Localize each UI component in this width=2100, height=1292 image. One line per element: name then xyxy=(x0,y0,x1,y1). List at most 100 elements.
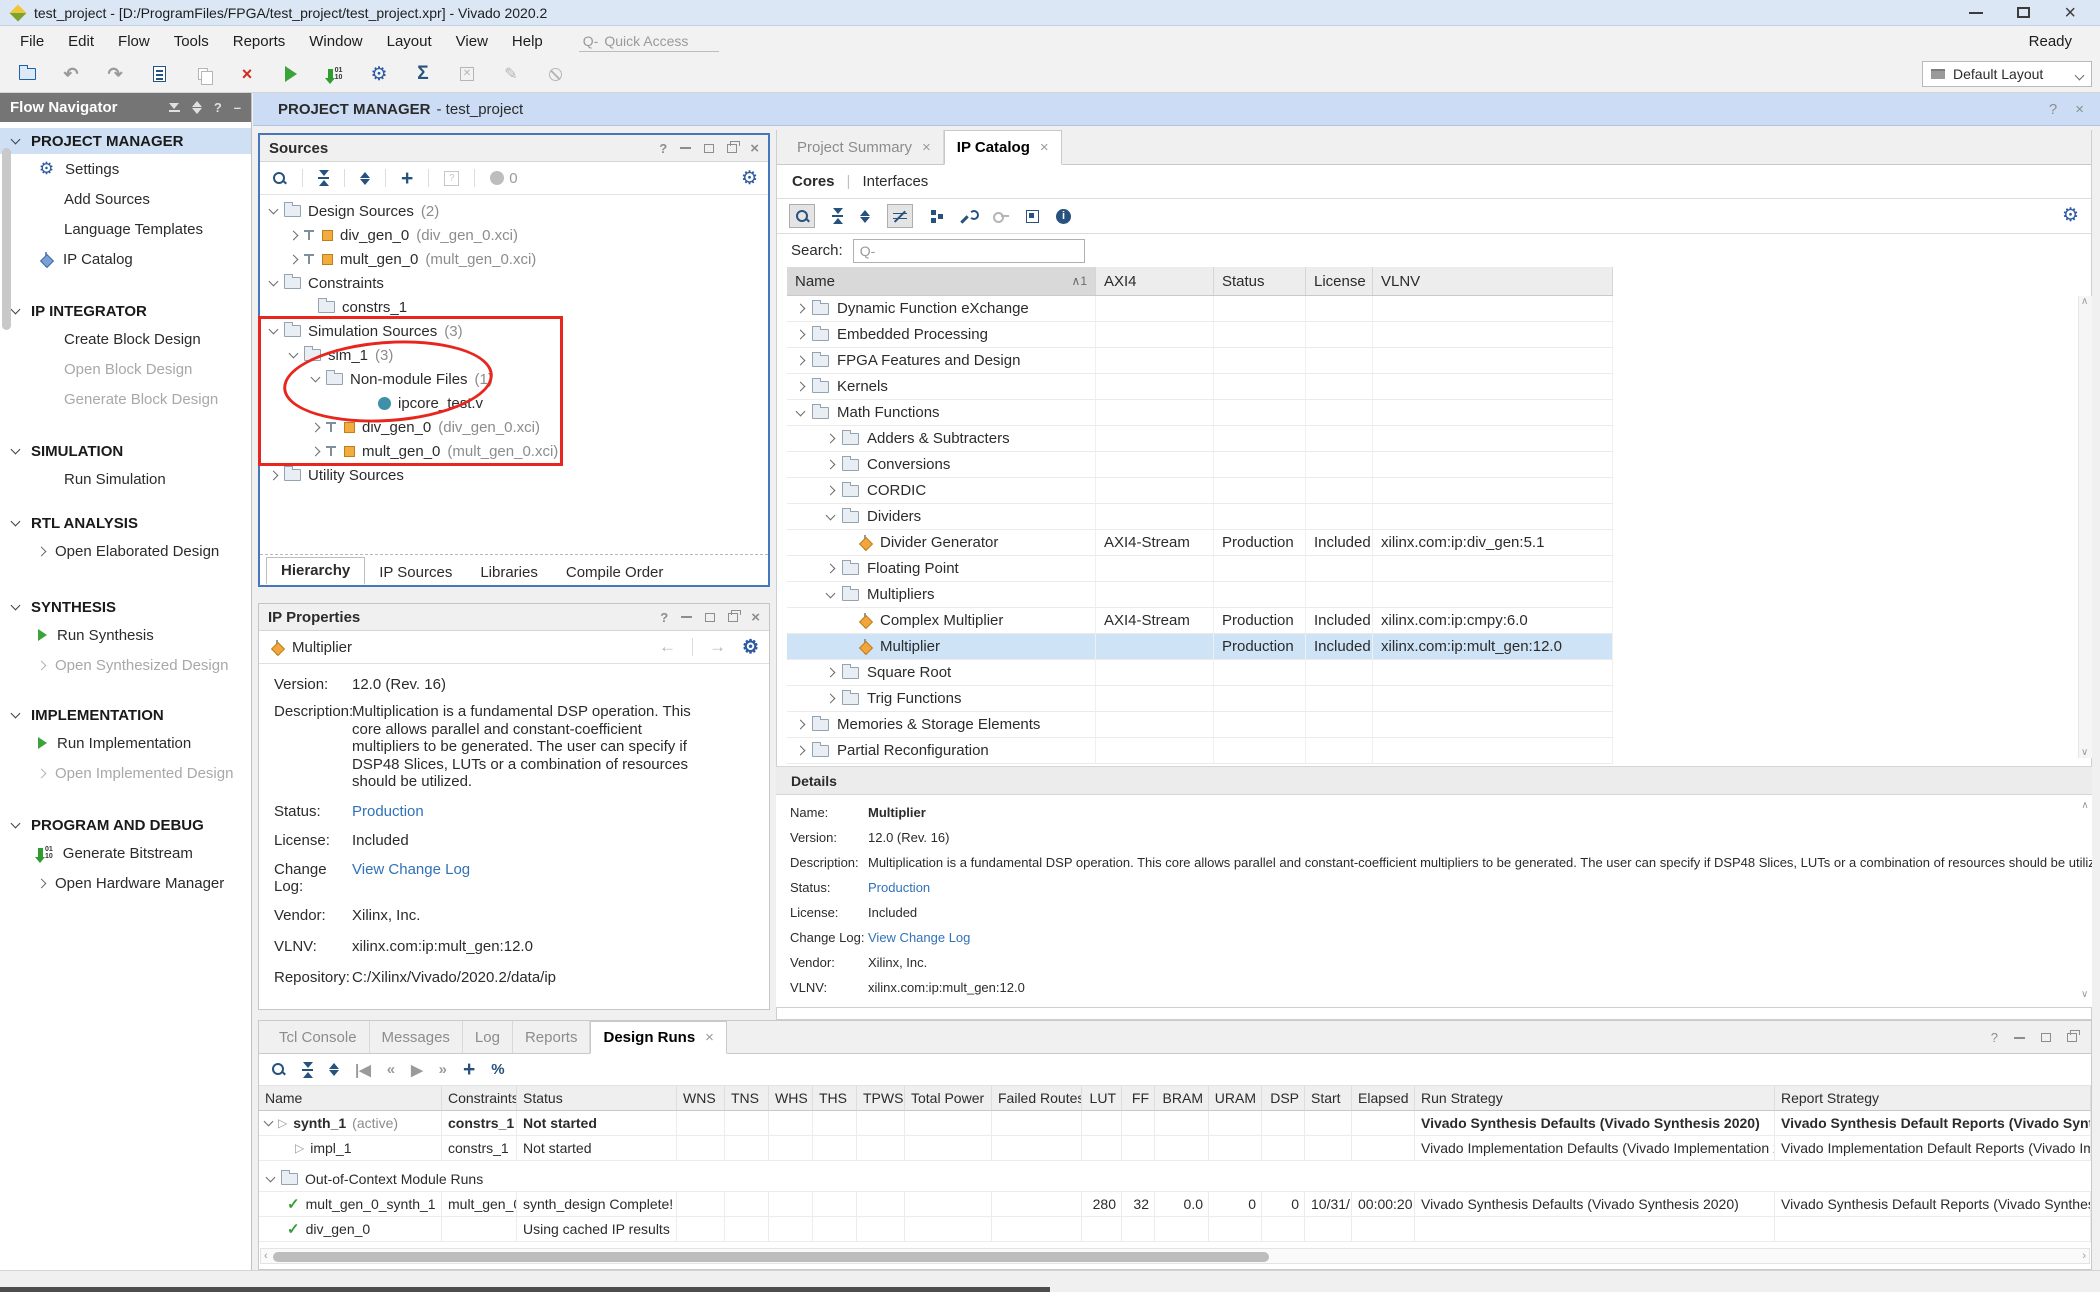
close-icon[interactable]: × xyxy=(922,139,931,156)
expand-all-icon[interactable] xyxy=(360,172,370,185)
collapse-all-icon[interactable] xyxy=(169,103,180,112)
details-status-link[interactable]: Production xyxy=(868,880,2092,895)
scrollbar-thumb[interactable] xyxy=(273,1252,1269,1262)
copy-icon[interactable] xyxy=(192,63,214,85)
sum-report-icon[interactable]: Σ xyxy=(412,63,434,85)
open-project-icon[interactable] xyxy=(16,63,38,85)
reset-runs-icon[interactable]: × xyxy=(236,63,258,85)
menu-help[interactable]: Help xyxy=(500,33,555,50)
minimize-icon[interactable] xyxy=(680,147,691,149)
minimize-icon[interactable] xyxy=(2014,1037,2025,1039)
maximize-icon[interactable] xyxy=(705,613,715,622)
sidebar-item-add-sources[interactable]: Add Sources xyxy=(0,184,251,214)
scrollbar-thumb[interactable] xyxy=(2,148,11,330)
close-icon[interactable]: × xyxy=(750,141,759,156)
run-icon[interactable] xyxy=(280,63,302,85)
help-icon[interactable]: ? xyxy=(659,141,667,156)
catalog-row-divider-generator[interactable]: Divider GeneratorAXI4-StreamProductionIn… xyxy=(787,530,1613,556)
sidebar-item-run-synthesis[interactable]: Run Synthesis xyxy=(0,620,251,650)
layout-selector[interactable]: Default Layout xyxy=(1922,61,2092,87)
sidebar-item-settings[interactable]: ⚙Settings xyxy=(0,154,251,184)
filter-icon[interactable] xyxy=(887,204,913,228)
back-icon[interactable]: ← xyxy=(659,637,676,657)
tab-tcl-console[interactable]: Tcl Console xyxy=(267,1021,370,1053)
tab-messages[interactable]: Messages xyxy=(370,1021,463,1053)
help-icon[interactable]: ? xyxy=(1991,1030,1998,1045)
maximize-icon[interactable] xyxy=(704,144,714,153)
tree-row-sim-1[interactable]: sim_1(3) xyxy=(260,343,768,367)
close-icon[interactable]: × xyxy=(1040,139,1049,156)
minimize-panel-icon[interactable]: – xyxy=(234,100,241,115)
create-run-icon[interactable]: + xyxy=(463,1059,475,1080)
help-icon[interactable]: ? xyxy=(214,100,222,115)
catalog-row[interactable]: FPGA Features and Design xyxy=(787,348,1613,374)
sidebar-item-generate-bitstream[interactable]: 0110Generate Bitstream xyxy=(0,838,251,868)
redo-icon[interactable]: ↷ xyxy=(104,63,126,85)
tab-hierarchy[interactable]: Hierarchy xyxy=(266,557,365,585)
tree-row-div-gen-0[interactable]: div_gen_0(div_gen_0.xci) xyxy=(260,223,768,247)
run-row-mult-gen-0-synth-1[interactable]: ✓mult_gen_0_synth_1 mult_gen_0 synth_des… xyxy=(259,1192,2091,1217)
gear-icon[interactable]: ⚙ xyxy=(742,638,759,657)
gear-icon[interactable]: ⚙ xyxy=(741,169,768,188)
section-rtl-analysis[interactable]: RTL ANALYSIS xyxy=(0,510,251,536)
tab-libraries[interactable]: Libraries xyxy=(466,560,552,585)
forward-icon[interactable]: → xyxy=(709,637,726,657)
tab-project-summary[interactable]: Project Summary× xyxy=(785,130,944,164)
tree-row-ipcore-test-v[interactable]: ipcore_test.v xyxy=(260,391,768,415)
float-icon[interactable] xyxy=(728,613,738,622)
catalog-row[interactable]: Adders & Subtracters xyxy=(787,426,1613,452)
collapse-all-icon[interactable] xyxy=(318,170,329,186)
section-project-manager[interactable]: PROJECT MANAGER xyxy=(0,128,251,154)
catalog-row[interactable]: Conversions xyxy=(787,452,1613,478)
search-input[interactable]: Q- xyxy=(853,239,1085,263)
undo-icon[interactable]: ↶ xyxy=(60,63,82,85)
search-icon[interactable] xyxy=(789,204,815,228)
subtab-interfaces[interactable]: Interfaces xyxy=(862,173,928,190)
collapse-all-icon[interactable] xyxy=(302,1062,313,1078)
info-icon[interactable]: i xyxy=(1056,209,1071,224)
customize-icon[interactable] xyxy=(961,209,976,224)
tab-design-runs[interactable]: Design Runs× xyxy=(590,1021,726,1054)
catalog-row[interactable]: Trig Functions xyxy=(787,686,1613,712)
chip-icon[interactable] xyxy=(1026,210,1039,223)
float-icon[interactable] xyxy=(727,144,737,153)
window-maximize-icon[interactable] xyxy=(2017,7,2030,18)
percent-icon[interactable]: % xyxy=(491,1061,504,1078)
quick-access-search[interactable]: Q- Quick Access xyxy=(579,31,719,52)
catalog-row[interactable]: Multipliers xyxy=(787,582,1613,608)
menu-view[interactable]: View xyxy=(444,33,500,50)
menu-edit[interactable]: Edit xyxy=(56,33,106,50)
catalog-row-complex-multiplier[interactable]: Complex MultiplierAXI4-StreamProductionI… xyxy=(787,608,1613,634)
window-close-icon[interactable]: × xyxy=(2064,3,2076,23)
sidebar-item-ip-catalog[interactable]: IP Catalog xyxy=(0,244,251,274)
tab-log[interactable]: Log xyxy=(463,1021,513,1053)
tab-ip-sources[interactable]: IP Sources xyxy=(365,560,466,585)
catalog-row[interactable]: Dividers xyxy=(787,504,1613,530)
catalog-row[interactable]: Partial Reconfiguration xyxy=(787,738,1613,764)
section-program-and-debug[interactable]: PROGRAM AND DEBUG xyxy=(0,812,251,838)
float-icon[interactable] xyxy=(2067,1033,2077,1042)
maximize-icon[interactable] xyxy=(2041,1033,2051,1042)
catalog-row[interactable]: Kernels xyxy=(787,374,1613,400)
help-icon[interactable]: ? xyxy=(2049,101,2057,118)
sidebar-item-language-templates[interactable]: Language Templates xyxy=(0,214,251,244)
catalog-row[interactable]: CORDIC xyxy=(787,478,1613,504)
generate-bitstream-icon[interactable]: 0110 xyxy=(324,63,346,85)
section-simulation[interactable]: SIMULATION xyxy=(0,438,251,464)
catalog-row[interactable]: Square Root xyxy=(787,660,1613,686)
menu-file[interactable]: File xyxy=(8,33,56,50)
section-implementation[interactable]: IMPLEMENTATION xyxy=(0,702,251,728)
run-row-out-of-context[interactable]: Out-of-Context Module Runs xyxy=(259,1167,2091,1192)
sidebar-item-open-hardware-manager[interactable]: Open Hardware Manager xyxy=(0,868,251,898)
add-sources-icon[interactable]: + xyxy=(401,168,413,189)
design-runs-header-row[interactable]: Name Constraints Status WNS TNS WHS THS … xyxy=(259,1086,2091,1111)
window-minimize-icon[interactable] xyxy=(1969,12,1983,14)
sidebar-item-create-block-design[interactable]: Create Block Design xyxy=(0,324,251,354)
catalog-row[interactable]: Math Functions xyxy=(787,400,1613,426)
search-icon[interactable] xyxy=(272,171,287,186)
search-icon[interactable] xyxy=(271,1062,286,1077)
vertical-scrollbar[interactable]: ∧ ∨ xyxy=(2078,296,2092,758)
subtab-cores[interactable]: Cores xyxy=(792,173,835,190)
close-icon[interactable]: × xyxy=(705,1029,714,1046)
tree-row-simulation-sources[interactable]: Simulation Sources(3) xyxy=(260,319,768,343)
